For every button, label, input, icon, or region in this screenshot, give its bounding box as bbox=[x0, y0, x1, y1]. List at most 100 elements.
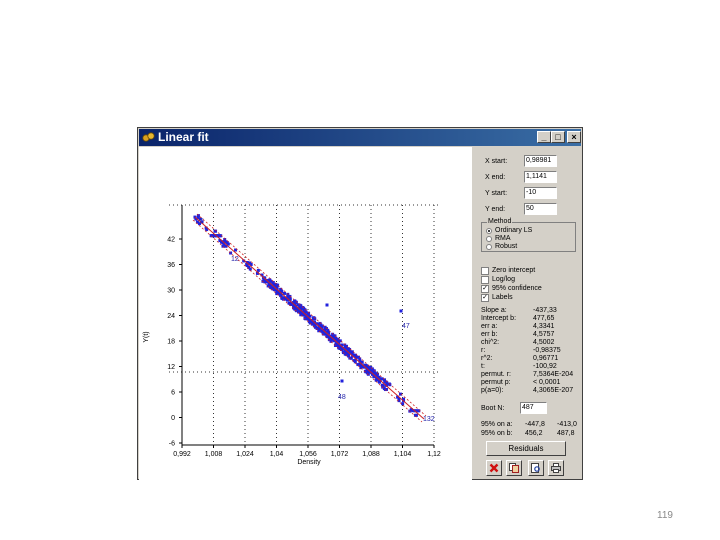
x-tick-label: 1,12 bbox=[427, 451, 441, 458]
data-point bbox=[340, 379, 344, 383]
plot-area: 0,992 1,008 1,024 1,04 1,056 1,072 1,088 1,104 1… bbox=[139, 147, 472, 480]
ci-b-label: 95% on b: bbox=[481, 430, 513, 437]
result-row: Slope a: -437,33 bbox=[481, 307, 581, 315]
linear-fit-window: Linear fit _ □ × 0,992 1,008 1,024 1,04 1,05… bbox=[137, 127, 583, 480]
boot-n-input[interactable]: 487 bbox=[520, 402, 547, 414]
close-fit-button[interactable] bbox=[486, 460, 502, 476]
method-rma-radio[interactable]: RMA bbox=[486, 235, 566, 243]
point-label: 5 bbox=[200, 218, 204, 225]
minimize-button[interactable]: _ bbox=[537, 131, 551, 143]
x-end-input[interactable]: 1,1141 bbox=[524, 171, 557, 183]
maximize-button[interactable]: □ bbox=[551, 131, 565, 143]
ci-a-label: 95% on a: bbox=[481, 421, 513, 428]
control-panel: X start: 0,98981 X end: 1,1141 Y start: … bbox=[475, 147, 581, 479]
method-rma-label: RMA bbox=[495, 235, 511, 242]
result-row: err a: 4,3341 bbox=[481, 323, 581, 331]
ci-a-row: 95% on a: -447,8 -413,0 bbox=[481, 421, 581, 429]
x-start-row: X start: 0,98981 bbox=[475, 155, 581, 168]
labels-checkbox[interactable]: ✓ Labels bbox=[481, 294, 576, 303]
confidence-label: 95% confidence bbox=[492, 285, 542, 292]
boot-n-label: Boot N: bbox=[481, 405, 505, 412]
y-start-label: Y start: bbox=[485, 190, 508, 197]
result-key: Slope a: bbox=[481, 307, 507, 314]
confidence-band-lower bbox=[192, 219, 423, 423]
data-point bbox=[314, 325, 318, 329]
fit-line bbox=[194, 216, 425, 420]
red-x-icon bbox=[489, 463, 499, 473]
radio-selected-icon bbox=[486, 228, 492, 234]
ci-b-high: 487,8 bbox=[557, 430, 575, 437]
checkbox-icon bbox=[481, 267, 489, 275]
boot-n-row: Boot N: 487 bbox=[475, 402, 581, 415]
result-value: -437,33 bbox=[533, 307, 557, 314]
ci-a-high: -413,0 bbox=[557, 421, 577, 428]
result-row: p(a=0): 4,3065E-207 bbox=[481, 387, 581, 395]
print-preview-button[interactable] bbox=[528, 460, 544, 476]
y-start-row: Y start: -10 bbox=[475, 187, 581, 200]
confidence-band-upper bbox=[196, 213, 427, 417]
log-log-checkbox[interactable]: Log/log bbox=[481, 276, 576, 285]
method-ordinary-radio[interactable]: Ordinary LS bbox=[486, 227, 566, 235]
window-title: Linear fit bbox=[158, 130, 209, 144]
y-tick-label: 0 bbox=[171, 415, 175, 422]
y-start-input[interactable]: -10 bbox=[524, 187, 557, 199]
data-point bbox=[325, 303, 329, 307]
result-key: r^2: bbox=[481, 355, 493, 362]
zero-intercept-checkbox[interactable]: Zero intercept bbox=[481, 267, 576, 276]
method-robust-radio[interactable]: Robust bbox=[486, 243, 566, 251]
result-value: 7,5364E-204 bbox=[533, 371, 574, 378]
data-point bbox=[399, 309, 403, 313]
result-value: 4,5002 bbox=[533, 339, 555, 346]
data-point bbox=[281, 296, 285, 300]
y-tick-label: 42 bbox=[167, 237, 175, 244]
result-value: 0,96771 bbox=[533, 355, 559, 362]
result-key: Intercept b: bbox=[481, 315, 517, 322]
x-tick-label: 0,992 bbox=[173, 451, 191, 458]
x-tick-label: 1,104 bbox=[394, 451, 412, 458]
page-number: 119 bbox=[657, 510, 673, 521]
result-row: t: -100,92 bbox=[481, 363, 581, 371]
y-tick-label: 30 bbox=[167, 288, 175, 295]
confidence-checkbox[interactable]: ✓ 95% confidence bbox=[481, 285, 576, 294]
result-value: 4,5757 bbox=[533, 331, 555, 338]
print-button[interactable] bbox=[548, 460, 564, 476]
radio-icon bbox=[486, 236, 492, 242]
residuals-button[interactable]: Residuals bbox=[486, 441, 566, 456]
x-tick-label: 1,008 bbox=[205, 451, 223, 458]
result-row: Intercept b: 477,65 bbox=[481, 315, 581, 323]
labels-label: Labels bbox=[492, 294, 513, 301]
result-row: err b: 4,5757 bbox=[481, 331, 581, 339]
copy-button[interactable] bbox=[506, 460, 522, 476]
x-end-row: X end: 1,1141 bbox=[475, 171, 581, 184]
title-bar[interactable]: Linear fit _ □ × bbox=[139, 129, 581, 146]
result-key: permut. r: bbox=[481, 371, 511, 378]
result-key: r: bbox=[481, 347, 486, 354]
y-end-row: Y end: 50 bbox=[475, 203, 581, 216]
ci-b-row: 95% on b: 456,2 487,8 bbox=[481, 430, 581, 438]
method-group: Method Ordinary LS RMA Robust bbox=[481, 218, 576, 252]
point-label: 48 bbox=[338, 394, 346, 401]
x-tick-label: 1,04 bbox=[270, 451, 284, 458]
result-value: 4,3341 bbox=[533, 323, 555, 330]
close-button[interactable]: × bbox=[567, 131, 581, 143]
y-tick-label: 12 bbox=[167, 364, 175, 371]
x-start-input[interactable]: 0,98981 bbox=[524, 155, 557, 167]
method-robust-label: Robust bbox=[495, 243, 518, 250]
y-tick-label: 18 bbox=[167, 339, 175, 346]
printer-icon bbox=[551, 463, 561, 473]
x-end-label: X end: bbox=[485, 174, 506, 181]
y-end-label: Y end: bbox=[485, 206, 506, 213]
y-end-input[interactable]: 50 bbox=[524, 203, 557, 215]
result-row: r: -0,98375 bbox=[481, 347, 581, 355]
data-point bbox=[268, 278, 272, 282]
result-row: chi^2: 4,5002 bbox=[481, 339, 581, 347]
checkmark-icon: ✓ bbox=[481, 285, 489, 293]
x-tick-label: 1,072 bbox=[331, 451, 349, 458]
result-row: r^2: 0,96771 bbox=[481, 355, 581, 363]
result-value: -0,98375 bbox=[533, 347, 561, 354]
result-row: permut. r: 7,5364E-204 bbox=[481, 371, 581, 379]
data-point bbox=[356, 363, 360, 367]
ci-b-low: 456,2 bbox=[525, 430, 543, 437]
y-tick-label: -6 bbox=[169, 441, 175, 448]
point-label: 47 bbox=[402, 323, 410, 330]
